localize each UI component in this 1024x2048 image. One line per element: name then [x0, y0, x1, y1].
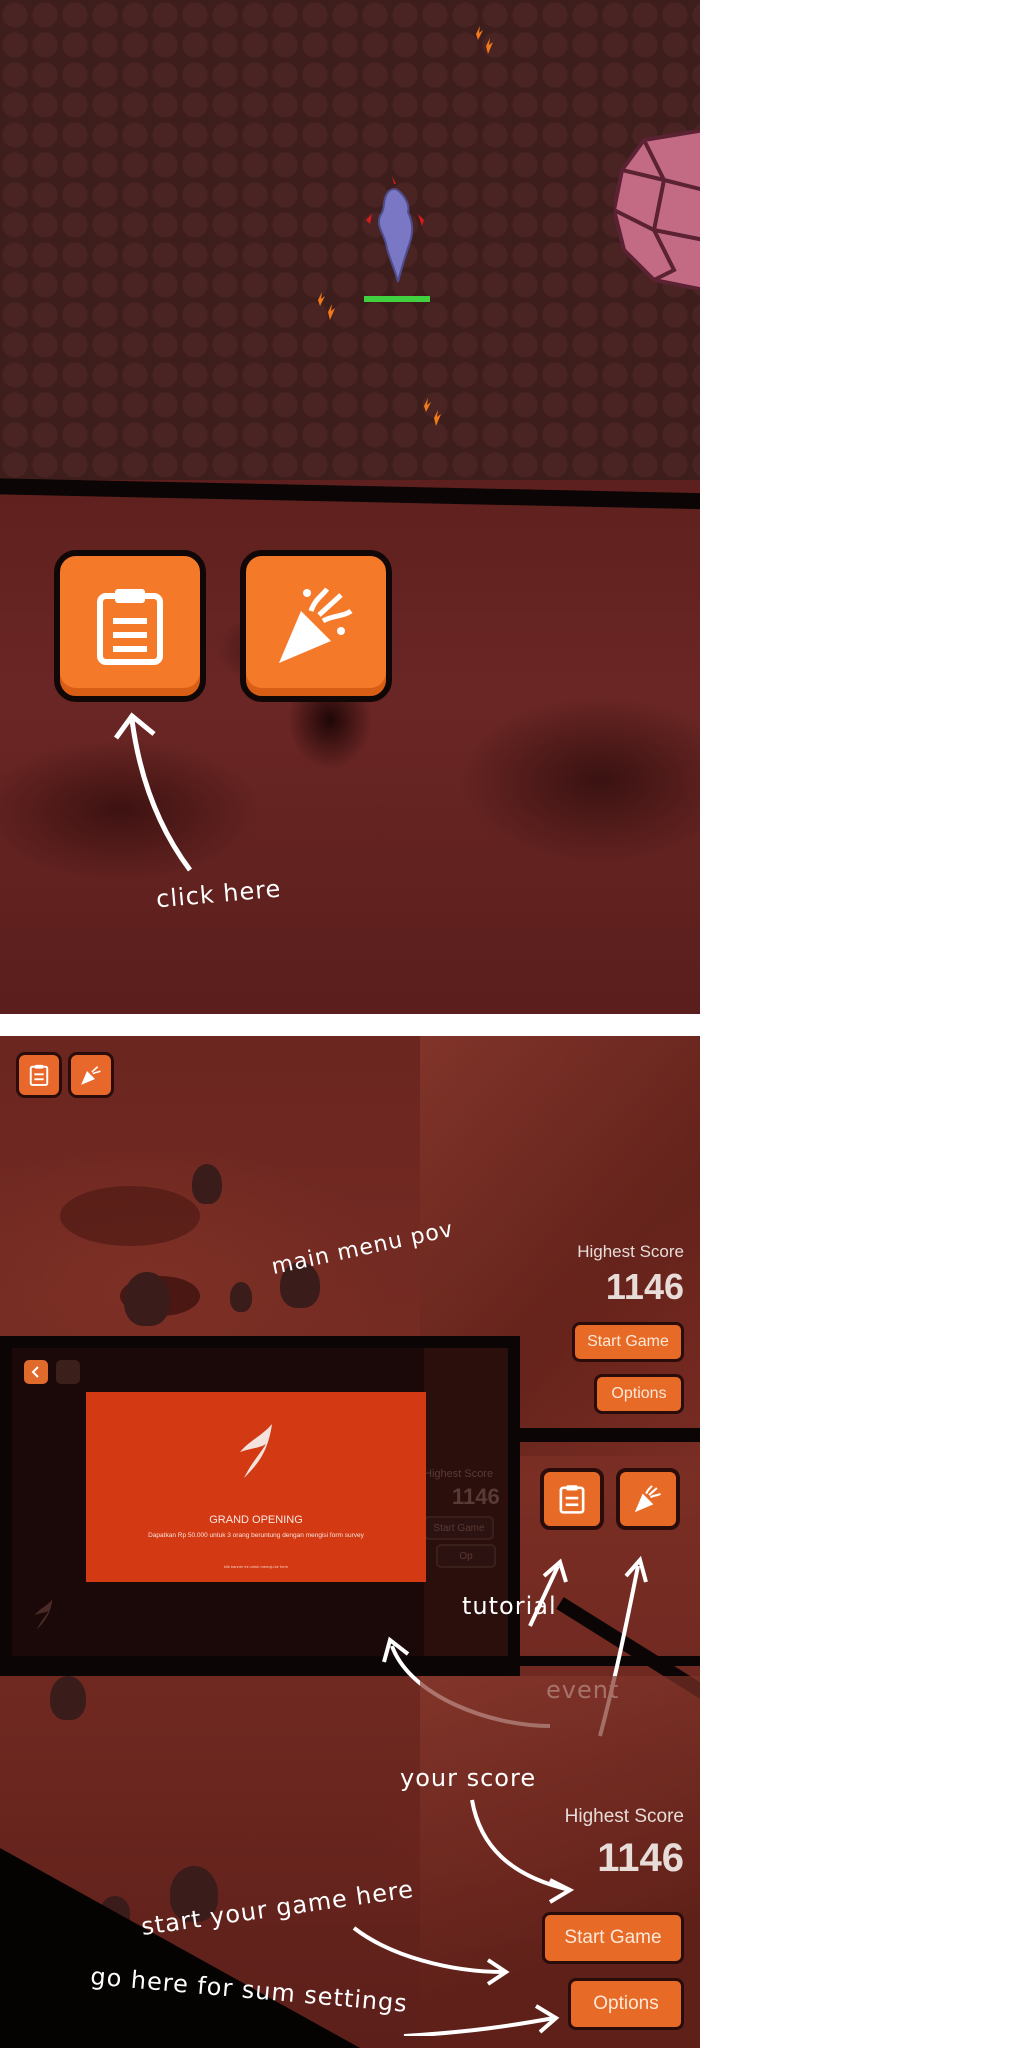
ember-sprite: [476, 26, 493, 54]
bottom-highest-score-label: Highest Score: [564, 1806, 684, 1827]
gameplay-panel: click here: [0, 0, 700, 1014]
arrow-annotation: [113, 712, 193, 872]
event-button[interactable]: [240, 550, 392, 702]
party-popper-icon: [279, 587, 353, 663]
game-field: [0, 0, 700, 500]
ember-sprite: [424, 398, 441, 426]
ember-sprite: [318, 292, 335, 320]
rock-golem-enemy: [614, 130, 700, 290]
tutorial-button[interactable]: [54, 550, 206, 702]
main-menu-panel: main menu pov Highest Score 1146 Start G…: [0, 1036, 700, 2048]
bottom-options-button[interactable]: Options: [568, 1978, 684, 2030]
bottom-highest-score-value: 1146: [597, 1836, 684, 1880]
annotation-your-score: your score: [400, 1764, 537, 1792]
health-bar: [364, 296, 430, 302]
player-character: [366, 176, 424, 283]
clipboard-icon: [97, 589, 163, 665]
bottom-start-game-button[interactable]: Start Game: [542, 1912, 684, 1964]
